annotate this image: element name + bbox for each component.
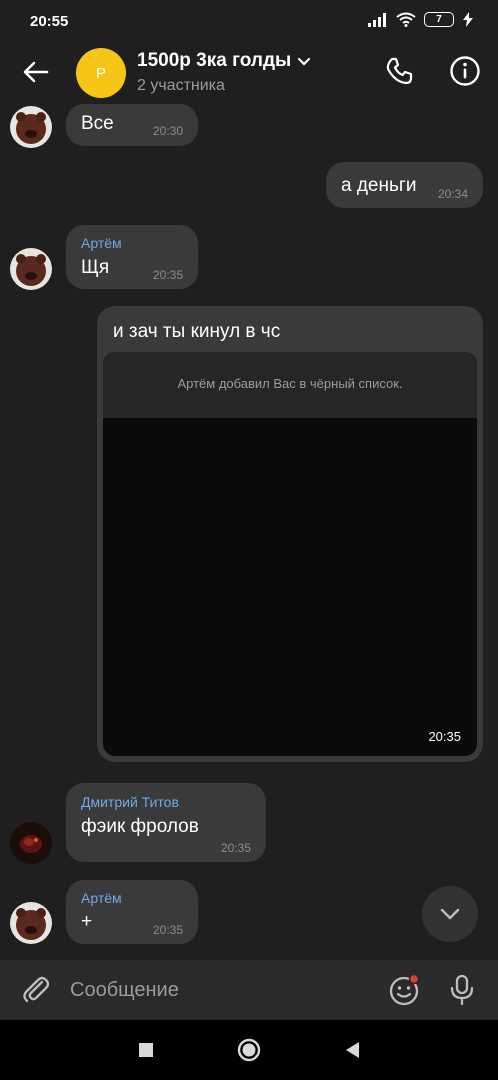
media-caption: и зач ты кинул в чс: [113, 321, 281, 342]
avatar[interactable]: [10, 822, 52, 864]
message-text: фэик фролов: [81, 816, 199, 837]
info-icon: [450, 56, 480, 86]
chat-avatar[interactable]: P: [76, 48, 126, 98]
scroll-down-icon: [440, 908, 460, 920]
microphone-icon: [450, 974, 474, 1006]
emoji-icon: [389, 973, 420, 1006]
message-text: +: [81, 911, 93, 932]
chevron-down-icon: [298, 57, 311, 66]
chat-subtitle: 2 участника: [137, 77, 225, 94]
nav-home-button[interactable]: [237, 1038, 261, 1062]
battery-level: 7: [436, 14, 442, 25]
message-input[interactable]: [70, 972, 370, 1008]
status-icons: 7: [368, 12, 474, 27]
signal-icon: [368, 12, 386, 27]
sender-name[interactable]: Дмитрий Титов: [81, 794, 179, 810]
triangle-back-icon: [346, 1042, 359, 1058]
bear-avatar-icon: [10, 902, 52, 944]
dark-avatar-icon: [10, 822, 52, 864]
chat-title: 1500р 3ка голды: [137, 50, 292, 71]
message-time: 20:35: [220, 841, 251, 855]
info-button[interactable]: [448, 54, 482, 88]
charging-icon: [463, 12, 473, 27]
screenshot-image[interactable]: Артём добавил Вас в чёрный список. 20:35: [103, 352, 477, 756]
chat-header: P 1500р 3ка голды 2 участника: [0, 44, 498, 100]
system-navigation-bar: [0, 1020, 498, 1080]
bear-avatar-icon: [10, 248, 52, 290]
message-composer: [0, 960, 498, 1020]
status-time: 20:55: [30, 13, 69, 30]
phone-icon: [386, 57, 413, 85]
message-text: Все: [81, 113, 114, 134]
chat-avatar-letter: P: [95, 64, 106, 82]
message-time: 20:30: [152, 124, 183, 138]
status-bar: 20:55 7: [0, 0, 498, 44]
message-text: Щя: [81, 257, 110, 278]
message-time: 20:35: [152, 923, 183, 937]
circle-icon: [237, 1038, 261, 1062]
nav-back-button[interactable]: [340, 1038, 364, 1062]
message-bubble[interactable]: Дмитрий Титов фэик фролов 20:35: [66, 783, 266, 862]
emoji-button[interactable]: [388, 973, 422, 1007]
message-bubble[interactable]: Артём Щя 20:35: [66, 225, 198, 289]
avatar[interactable]: [10, 248, 52, 290]
voice-message-button[interactable]: [446, 973, 478, 1007]
chat-title-area[interactable]: 1500р 3ка голды 2 участника: [137, 50, 311, 95]
screenshot-notice-text: Артём добавил Вас в чёрный список.: [177, 376, 403, 391]
bear-avatar-icon: [10, 106, 52, 148]
message-time: 20:35: [152, 268, 183, 282]
nav-recents-button[interactable]: [134, 1038, 158, 1062]
media-message-bubble[interactable]: и зач ты кинул в чс Артём добавил Вас в …: [97, 306, 483, 762]
battery-icon: 7: [424, 12, 454, 27]
call-button[interactable]: [382, 54, 416, 88]
avatar[interactable]: [10, 902, 52, 944]
message-time: 20:35: [428, 729, 461, 744]
square-icon: [139, 1043, 153, 1057]
message-bubble[interactable]: Все 20:30: [66, 104, 198, 146]
sender-name[interactable]: Артём: [81, 890, 122, 906]
sender-name[interactable]: Артём: [81, 235, 122, 251]
wifi-icon: [396, 12, 416, 27]
avatar[interactable]: [10, 106, 52, 148]
paperclip-icon: [23, 976, 50, 1003]
back-button[interactable]: [20, 56, 52, 88]
message-time: 20:34: [437, 187, 468, 201]
screenshot-notice-bar: Артём добавил Вас в чёрный список.: [103, 352, 477, 418]
message-text: а деньги: [341, 175, 417, 196]
scroll-down-button[interactable]: [422, 886, 478, 942]
outgoing-message-bubble[interactable]: а деньги 20:34: [326, 162, 483, 208]
attach-button[interactable]: [20, 974, 52, 1006]
message-bubble[interactable]: Артём + 20:35: [66, 880, 198, 944]
back-arrow-icon: [23, 61, 49, 83]
